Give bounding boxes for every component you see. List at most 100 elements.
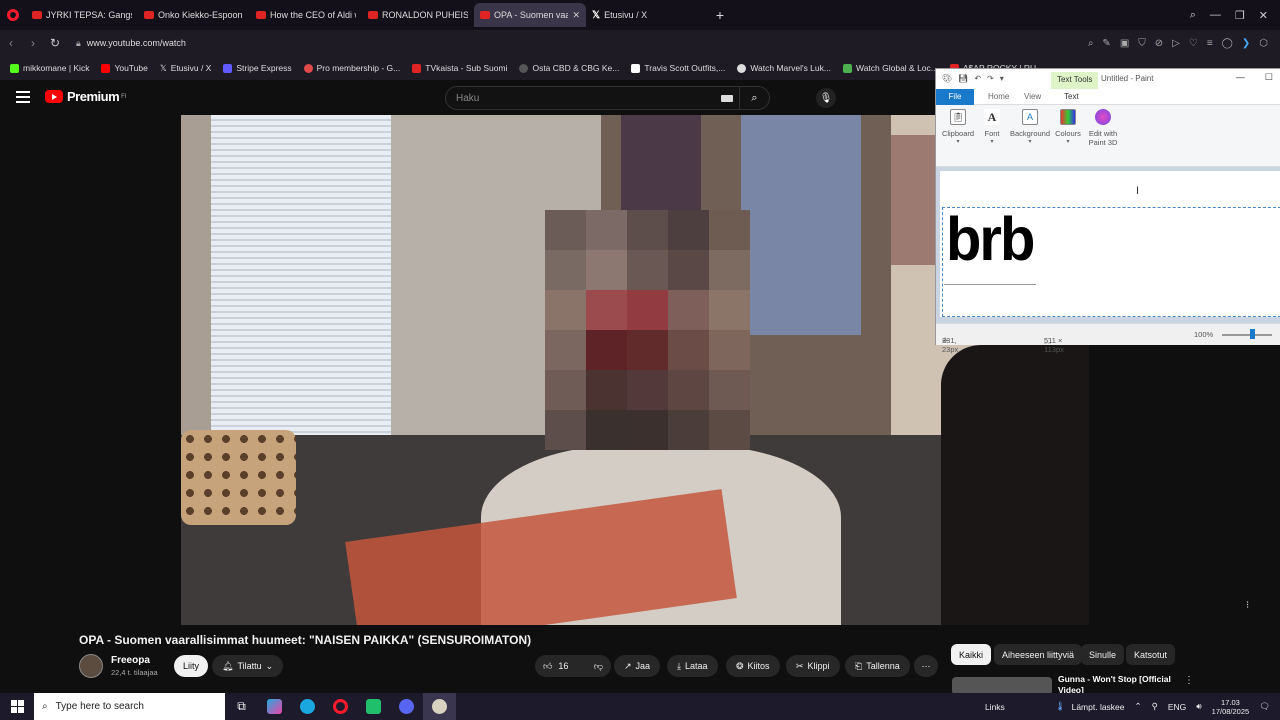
font-group[interactable]: A Font ▾ <box>973 109 1011 147</box>
browser-tab-active[interactable]: OPA - Suomen vaaralli✕ <box>474 3 586 27</box>
more-vert-icon[interactable]: ⋮ <box>1184 675 1194 686</box>
windows-start-icon[interactable] <box>0 693 34 720</box>
bookmark-item[interactable]: Watch Global & Loc... <box>842 63 938 73</box>
reload-button[interactable]: ↻ <box>44 36 66 50</box>
minimize-button[interactable]: — <box>1210 9 1221 21</box>
recommendation-title[interactable]: Gunna - Won't Stop [Official Video] <box>1058 674 1183 694</box>
thanks-button[interactable]: ❂ Kiitos <box>726 655 780 677</box>
browser-tab[interactable]: JYRKI TEPSA: Gangsterieli <box>26 3 138 27</box>
heart-icon[interactable]: ♡ <box>1189 38 1198 49</box>
opera-logo-icon[interactable] <box>0 0 26 30</box>
bookmark-item[interactable]: Pro membership - G... <box>303 63 400 73</box>
clock[interactable]: 17.03 17/08/2025 <box>1212 698 1250 716</box>
menu-icon[interactable]: ≡ <box>1207 38 1213 49</box>
language-indicator[interactable]: ENG <box>1168 702 1186 712</box>
more-actions-button[interactable]: ⋯ <box>914 655 938 677</box>
chip-all[interactable]: Kaikki <box>951 644 992 665</box>
microphone-icon[interactable]: 🎙︎ <box>816 88 836 108</box>
maximize-button[interactable]: ❐ <box>1235 9 1245 22</box>
bookmark-item[interactable]: 𝕏 Etusivu / X <box>160 63 212 74</box>
youtube-logo[interactable]: Premium FI <box>45 89 126 104</box>
chip-watched[interactable]: Katsotut <box>1126 644 1176 665</box>
fullscreen-icon[interactable]: ⁝ <box>1246 600 1249 611</box>
tab-home[interactable]: Home <box>980 89 1017 105</box>
taskbar-search-input[interactable]: ⌕ Type here to search <box>34 693 225 720</box>
paint-canvas[interactable]: brb I <box>940 171 1280 317</box>
aria-icon[interactable]: ❯ <box>1242 38 1250 49</box>
maximize-button[interactable]: ☐ <box>1265 72 1273 83</box>
edge-icon[interactable] <box>291 693 324 720</box>
save-icon[interactable]: 💾︎ <box>958 74 968 83</box>
search-input[interactable]: Haku ⌕ <box>445 86 770 110</box>
task-view-icon[interactable]: ⧉ <box>225 693 258 720</box>
download-button[interactable]: ⤓ Lataa <box>667 655 718 677</box>
bookmark-item[interactable]: Osta CBD & CBG Ke... <box>519 63 619 73</box>
tab-file[interactable]: File <box>936 89 974 105</box>
close-tab-icon[interactable]: ✕ <box>572 10 580 21</box>
player-icon[interactable]: ▷ <box>1172 38 1180 49</box>
browser-tab[interactable]: RONALDON PUHEISSA EI <box>362 3 474 27</box>
shield-icon[interactable]: ⛉ <box>1138 38 1146 49</box>
keyboard-icon[interactable] <box>721 95 733 102</box>
bookmark-item[interactable]: mikkomane | Kick <box>10 63 89 73</box>
browser-tab[interactable]: Onko Kiekko-Espoon romi <box>138 3 250 27</box>
bookmark-item[interactable]: Watch Marvel's Luk... <box>737 63 831 73</box>
volume-icon[interactable]: 🔊︎ <box>1196 701 1201 712</box>
chip-for-you[interactable]: Sinulle <box>1081 644 1125 665</box>
hamburger-menu-icon[interactable] <box>16 91 30 103</box>
close-window-button[interactable]: ✕ <box>1259 9 1268 22</box>
search-tabs-icon[interactable]: ⌕ <box>1190 9 1196 22</box>
subscribed-button[interactable]: 🔔︎ Tilattu ⌄ <box>212 655 284 677</box>
clipboard-group[interactable]: 📋︎ Clipboard ▾ <box>939 109 977 147</box>
profile-icon[interactable]: ◯ <box>1222 38 1233 49</box>
zoom-slider-thumb[interactable] <box>1250 329 1255 339</box>
browser-tab[interactable]: 𝕏 Etusivu / X <box>586 3 698 27</box>
vpn-icon[interactable]: ⊘ <box>1155 38 1163 49</box>
extensions-icon[interactable]: ⬡ <box>1259 38 1268 49</box>
copilot-icon[interactable] <box>258 693 291 720</box>
share-button[interactable]: ↗ Jaa <box>614 655 661 677</box>
zoom-icon[interactable]: ⌕ <box>1088 38 1094 49</box>
save-button[interactable]: ⎗ Tallenna <box>845 655 910 677</box>
discord-icon[interactable] <box>390 693 423 720</box>
network-icon[interactable]: ⚲ <box>1152 701 1158 712</box>
bookmark-item[interactable]: TVkaista - Sub Suomi <box>412 63 507 73</box>
forward-button[interactable]: › <box>22 36 44 50</box>
green-app-icon[interactable] <box>357 693 390 720</box>
like-button[interactable]: 👍︎ 16 <box>543 661 568 672</box>
join-button[interactable]: Liity <box>174 655 209 677</box>
dislike-button[interactable]: 👎︎ <box>594 661 603 672</box>
chip-related[interactable]: Aiheeseen liittyviä <box>994 644 1083 665</box>
zoom-slider[interactable] <box>1222 334 1272 336</box>
paint3d-group[interactable]: Edit with Paint 3D <box>1083 109 1123 147</box>
channel-name[interactable]: Freeopa <box>111 655 158 666</box>
undo-icon[interactable]: ↶ <box>974 74 981 83</box>
paint-taskbar-icon[interactable] <box>423 693 456 720</box>
avatar[interactable] <box>79 654 103 678</box>
chevron-up-icon[interactable]: ⌃ <box>1135 701 1142 712</box>
back-button[interactable]: ‹ <box>0 36 22 50</box>
customize-icon[interactable]: ▾ <box>1000 74 1004 83</box>
tab-view[interactable]: View <box>1016 89 1049 105</box>
url-field[interactable]: 🔒︎ www.youtube.com/watch <box>76 38 186 49</box>
tab-text[interactable]: Text <box>1056 89 1087 105</box>
weather-widget[interactable]: 🌡︎ Lämpt. laskee <box>1055 701 1125 712</box>
notifications-icon[interactable]: 🗨︎ <box>1259 701 1270 712</box>
colours-group[interactable]: Colours ▾ <box>1049 109 1087 147</box>
edit-icon[interactable]: ✎ <box>1102 38 1110 49</box>
background-group[interactable]: A Background ▾ <box>1008 109 1052 147</box>
minimize-button[interactable]: — <box>1236 72 1245 83</box>
camera-icon[interactable]: ▣ <box>1120 38 1129 49</box>
paint-canvas-area: brb I <box>936 167 1280 323</box>
search-button[interactable]: ⌕ <box>739 87 769 109</box>
video-scene <box>181 430 296 525</box>
new-tab-button[interactable]: + <box>708 7 732 23</box>
bookmark-item[interactable]: YouTube <box>101 63 148 73</box>
browser-tab[interactable]: How the CEO of Aldi was <box>250 3 362 27</box>
opera-icon[interactable] <box>324 693 357 720</box>
redo-icon[interactable]: ↷ <box>987 74 994 83</box>
bookmark-item[interactable]: Stripe Express <box>223 63 292 73</box>
links-toolbar[interactable]: Links <box>985 702 1005 712</box>
clip-button[interactable]: ✂ Klippi <box>786 655 840 677</box>
bookmark-item[interactable]: Travis Scott Outfits,... <box>631 63 725 73</box>
